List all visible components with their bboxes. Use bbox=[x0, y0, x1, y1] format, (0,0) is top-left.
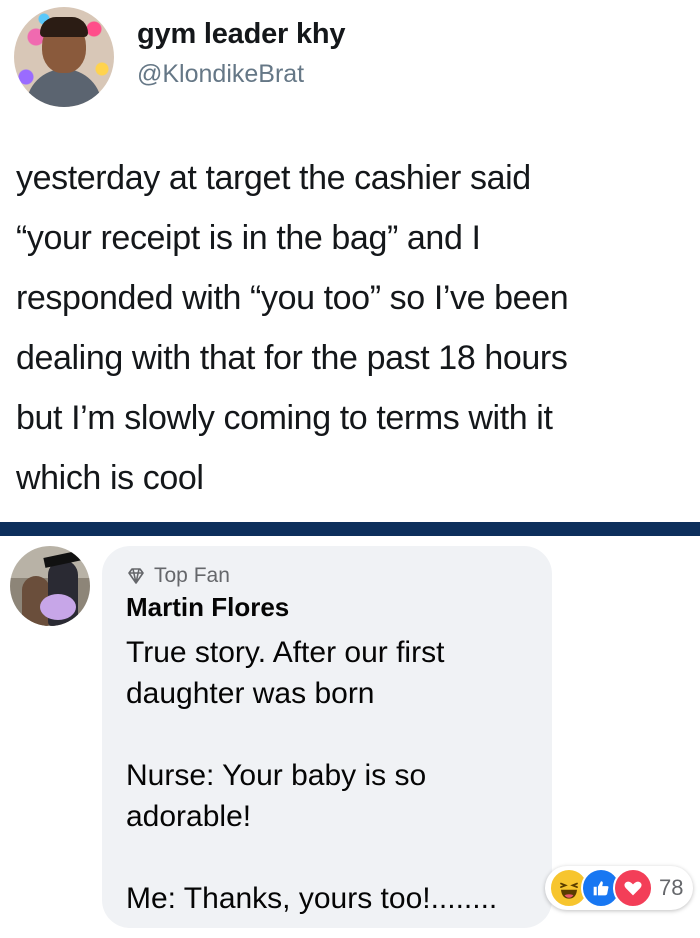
flowers-shape bbox=[40, 594, 76, 620]
tweet-text-line: but I’m slowly coming to terms with it bbox=[16, 399, 553, 437]
comment-bubble: Top Fan Martin Flores True story. After … bbox=[102, 546, 552, 928]
facebook-comment: Top Fan Martin Flores True story. After … bbox=[0, 536, 700, 938]
tweet-handle[interactable]: @KlondikeBrat bbox=[137, 60, 304, 89]
comment-text-line: Nurse: Your baby is so bbox=[126, 759, 427, 792]
comment-text-line: Me: Thanks, yours too!........ bbox=[126, 882, 498, 915]
comment-text-line: daughter was born bbox=[126, 677, 375, 710]
avatar-body-shape bbox=[26, 69, 102, 107]
comment-avatar[interactable] bbox=[10, 546, 90, 626]
avatar-hair-shape bbox=[40, 17, 88, 37]
top-fan-label: Top Fan bbox=[154, 564, 230, 587]
top-fan-badge: Top Fan bbox=[126, 564, 230, 588]
tweet-text-line: yesterday at target the cashier said bbox=[16, 159, 531, 197]
tweet-text-line: which is cool bbox=[16, 459, 204, 497]
tweet-display-name[interactable]: gym leader khy bbox=[137, 18, 346, 51]
section-divider bbox=[0, 522, 700, 536]
tweet-text: yesterday at target the cashier said “yo… bbox=[16, 148, 686, 508]
comment-text-line: adorable! bbox=[126, 800, 252, 833]
tweet-text-line: “your receipt is in the bag” and I bbox=[16, 219, 481, 257]
diamond-icon bbox=[126, 566, 146, 586]
tweet-avatar[interactable] bbox=[14, 7, 114, 107]
reaction-count: 78 bbox=[659, 875, 684, 900]
reactions-summary[interactable]: 78 bbox=[545, 866, 694, 910]
tweet-text-line: responded with “you too” so I’ve been bbox=[16, 279, 569, 317]
tweet-card: gym leader khy @KlondikeBrat yesterday a… bbox=[0, 0, 700, 522]
comment-text: True story. After our first daughter was… bbox=[126, 632, 536, 919]
comment-text-line: True story. After our first bbox=[126, 636, 445, 669]
tweet-text-line: dealing with that for the past 18 hours bbox=[16, 339, 568, 377]
comment-text-line bbox=[126, 837, 536, 878]
love-icon bbox=[613, 868, 653, 908]
comment-author[interactable]: Martin Flores bbox=[126, 592, 289, 623]
comment-text-line bbox=[126, 714, 536, 755]
